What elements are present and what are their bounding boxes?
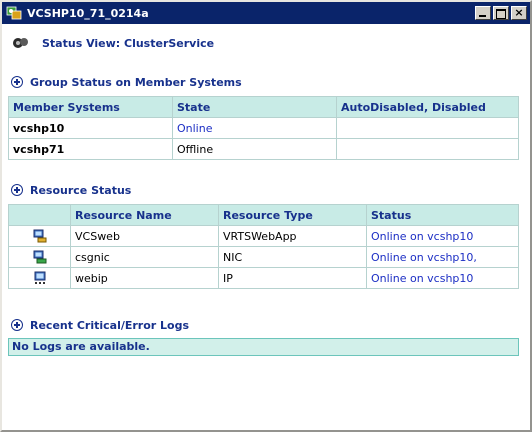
resource-icon-cell <box>8 267 71 289</box>
resource-type: IP <box>218 267 367 289</box>
column-header <box>8 204 71 226</box>
web-app-resource-icon <box>33 229 46 243</box>
column-header[interactable]: Status <box>366 204 519 226</box>
resource-name: VCSweb <box>70 225 219 247</box>
collapse-toggle-icon[interactable] <box>11 319 23 331</box>
column-header[interactable]: AutoDisabled, Disabled <box>336 96 519 118</box>
table-row[interactable]: vcshp71 Offline <box>8 138 519 160</box>
column-header[interactable]: Member Systems <box>8 96 173 118</box>
group-status-heading[interactable]: Group Status on Member Systems <box>2 74 530 90</box>
resource-status-table: Resource Name Resource Type Status VCSwe… <box>8 204 519 289</box>
resource-status-label: Resource Status <box>30 183 132 197</box>
minimize-button[interactable] <box>475 6 491 20</box>
autodisabled-flags <box>336 138 519 160</box>
window-title: VCSHP10_71_0214a <box>27 6 149 20</box>
column-header[interactable]: Resource Name <box>70 204 219 226</box>
resource-status: Online on vcshp10 <box>366 225 519 247</box>
status-view-title: Status View: ClusterService <box>42 36 215 50</box>
group-status-table: Member Systems State AutoDisabled, Disab… <box>8 96 519 160</box>
ip-resource-icon <box>34 271 45 284</box>
member-system-name: vcshp71 <box>8 138 173 160</box>
group-status-label: Group Status on Member Systems <box>30 75 242 89</box>
collapse-toggle-icon[interactable] <box>11 76 23 88</box>
table-header-row: Member Systems State AutoDisabled, Disab… <box>8 96 519 118</box>
resource-status: Online on vcshp10, <box>366 246 519 268</box>
column-header[interactable]: Resource Type <box>218 204 367 226</box>
cluster-app-icon <box>6 6 22 20</box>
service-group-icon <box>13 38 28 48</box>
member-system-name: vcshp10 <box>8 117 173 139</box>
table-row[interactable]: VCSweb VRTSWebApp Online on vcshp10 <box>8 225 519 247</box>
table-row[interactable]: csgnic NIC Online on vcshp10, <box>8 246 519 268</box>
group-state: Offline <box>172 138 337 160</box>
nic-resource-icon <box>33 250 46 264</box>
collapse-toggle-icon[interactable] <box>11 184 23 196</box>
status-view-header: Status View: ClusterService <box>2 30 530 56</box>
autodisabled-flags <box>336 117 519 139</box>
resource-type: NIC <box>218 246 367 268</box>
logs-heading[interactable]: Recent Critical/Error Logs <box>2 317 530 333</box>
logs-message: No Logs are available. <box>8 338 519 356</box>
column-header[interactable]: State <box>172 96 337 118</box>
resource-name: webip <box>70 267 219 289</box>
table-row[interactable]: vcshp10 Online <box>8 117 519 139</box>
group-state: Online <box>172 117 337 139</box>
resource-icon-cell <box>8 246 71 268</box>
resource-icon-cell <box>8 225 71 247</box>
table-header-row: Resource Name Resource Type Status <box>8 204 519 226</box>
close-button[interactable]: × <box>511 6 527 20</box>
resource-name: csgnic <box>70 246 219 268</box>
main-window: VCSHP10_71_0214a × Status View: ClusterS… <box>0 0 532 432</box>
resource-type: VRTSWebApp <box>218 225 367 247</box>
maximize-button[interactable] <box>493 6 509 20</box>
resource-status-heading[interactable]: Resource Status <box>2 182 530 198</box>
resource-status: Online on vcshp10 <box>366 267 519 289</box>
table-row[interactable]: webip IP Online on vcshp10 <box>8 267 519 289</box>
logs-label: Recent Critical/Error Logs <box>30 318 190 332</box>
title-bar[interactable]: VCSHP10_71_0214a × <box>2 2 530 24</box>
